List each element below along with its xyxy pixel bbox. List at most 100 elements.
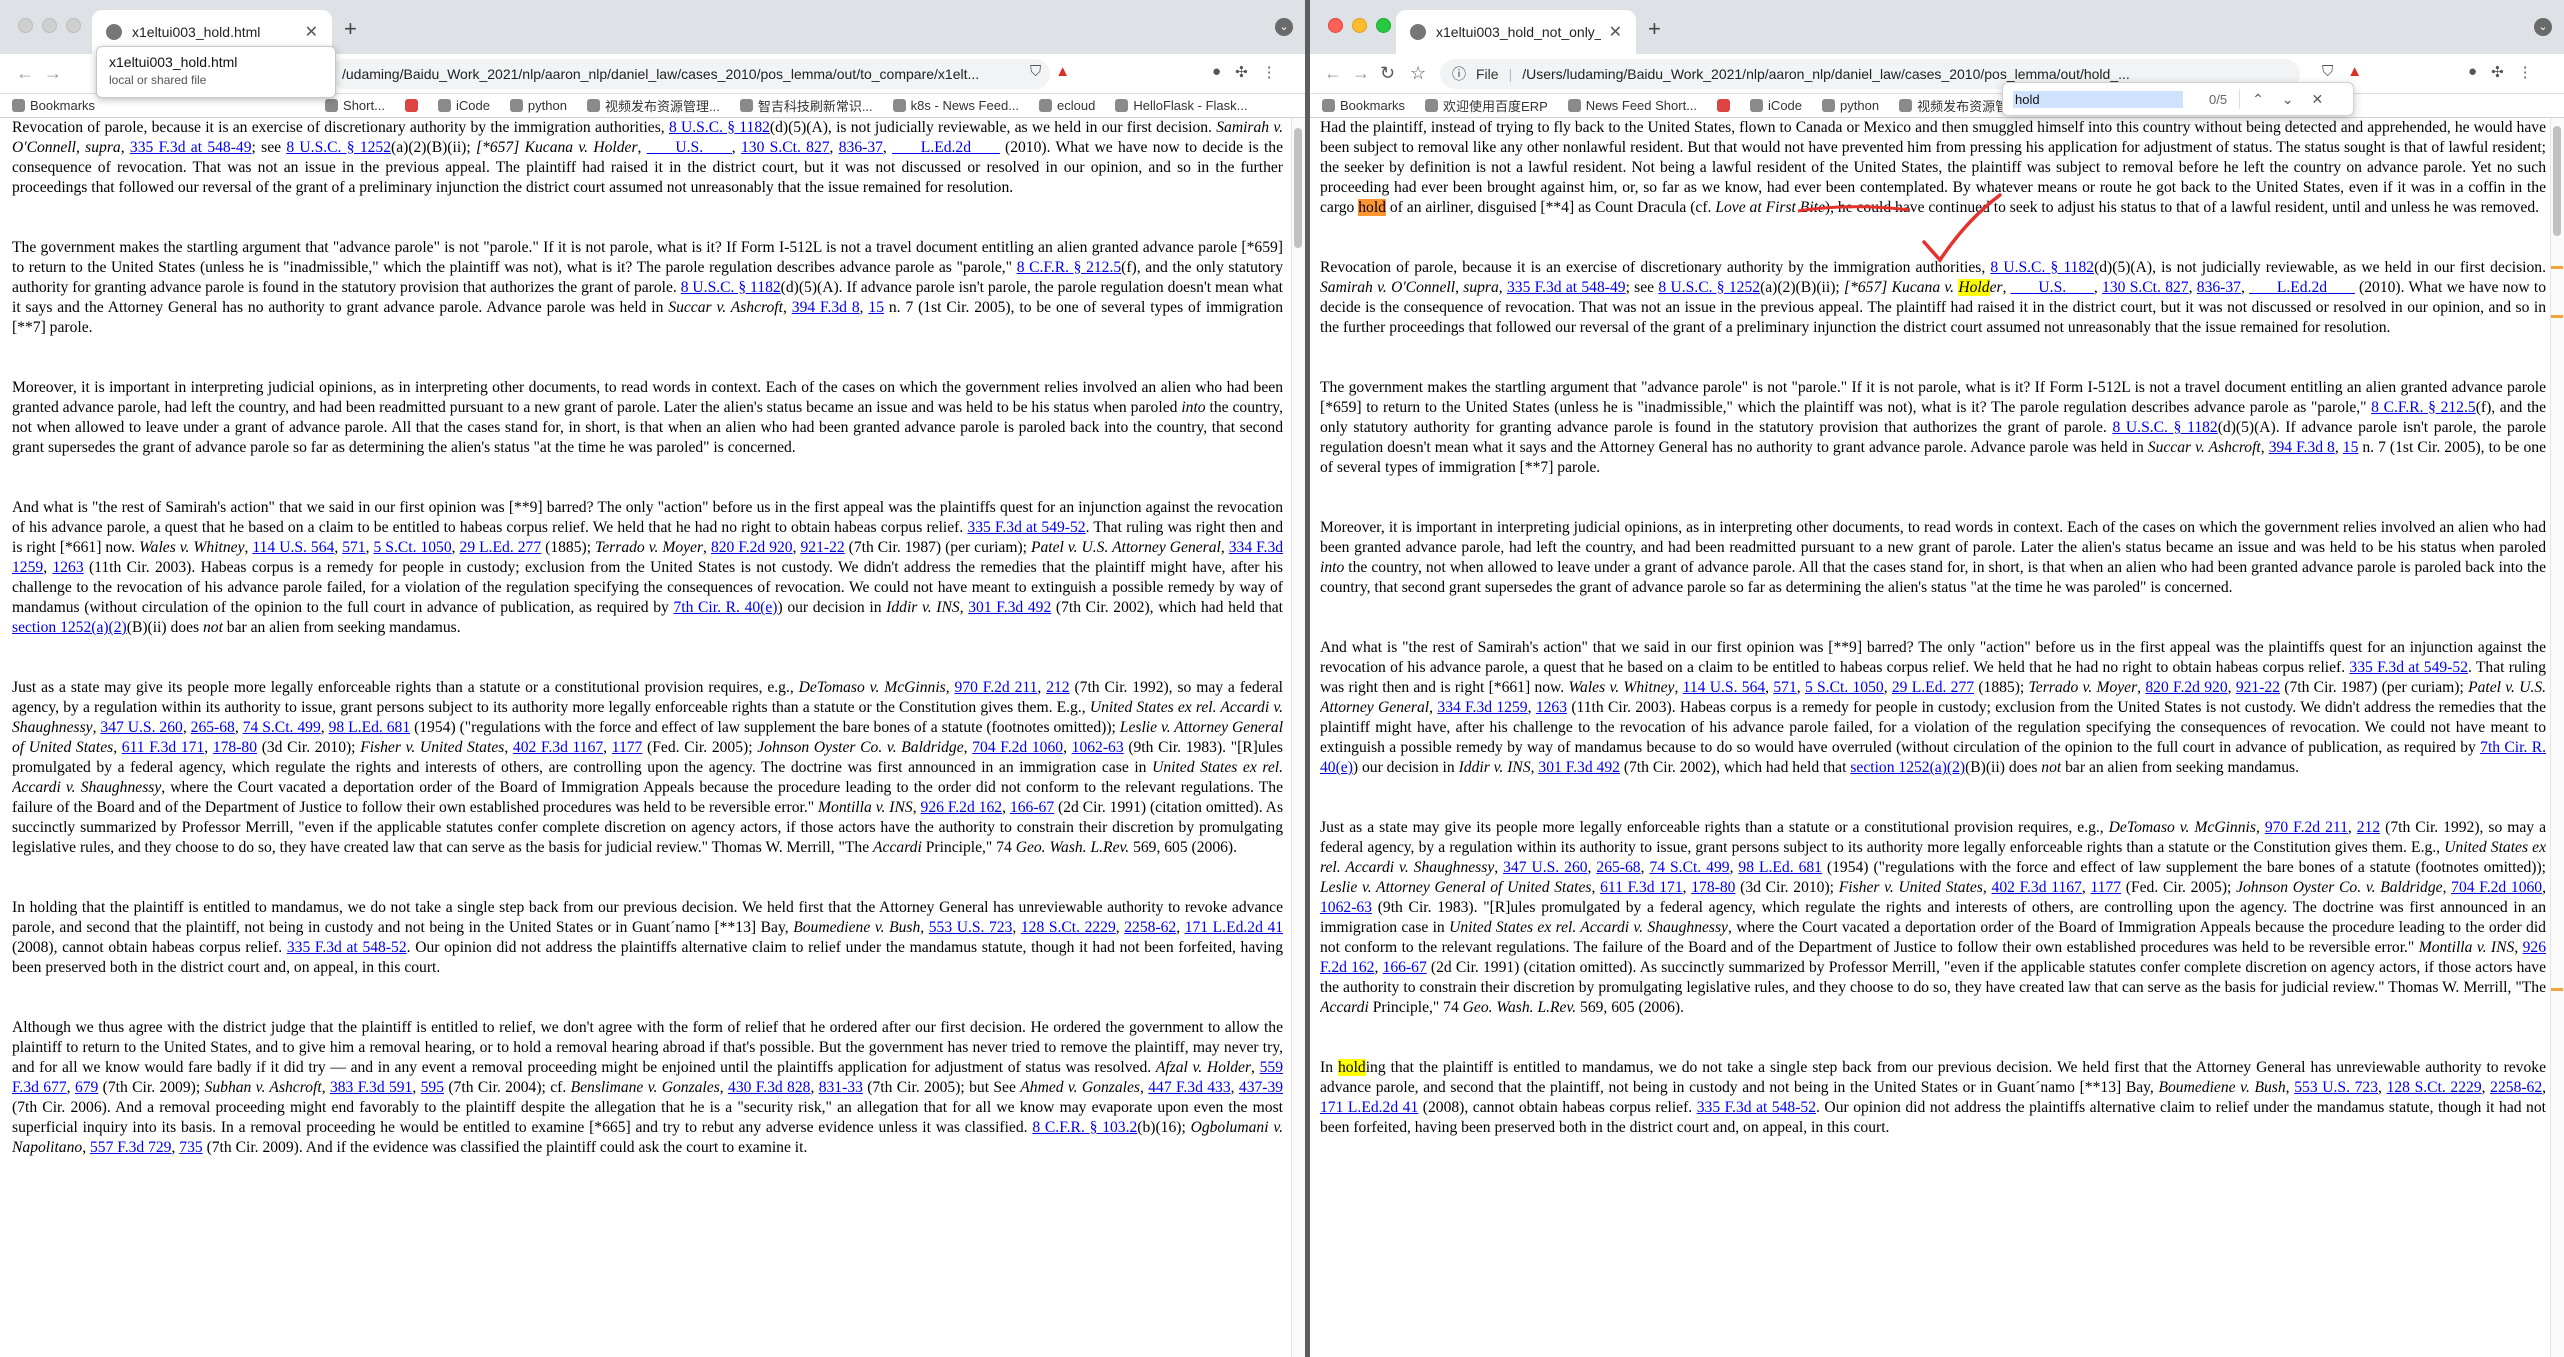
citation-link[interactable]: 595 bbox=[421, 1079, 444, 1096]
citation-link[interactable]: 571 bbox=[342, 539, 365, 556]
citation-link[interactable]: 437-39 bbox=[1239, 1079, 1283, 1096]
citation-link[interactable]: 7th Cir. R. 40(e) bbox=[673, 599, 777, 616]
citation-link[interactable]: 301 F.3d 492 bbox=[968, 599, 1051, 616]
citation-link[interactable]: 430 F.3d 828 bbox=[728, 1079, 810, 1096]
citation-link[interactable]: 212 bbox=[1046, 679, 1069, 696]
citation-link[interactable]: 171 L.Ed.2d 41 bbox=[1185, 919, 1283, 936]
bookmark-item[interactable]: Bookmarks bbox=[12, 98, 95, 113]
citation-link[interactable]: 265-68 bbox=[191, 719, 235, 736]
puzzle-icon[interactable]: ✣ bbox=[2491, 63, 2504, 81]
citation-link[interactable]: 571 bbox=[1773, 679, 1796, 696]
zoom-window-button[interactable] bbox=[66, 18, 81, 33]
citation-link[interactable]: 8 U.S.C. § 1252 bbox=[1658, 279, 1760, 296]
citation-link[interactable]: 8 U.S.C. § 1182 bbox=[2112, 419, 2217, 436]
citation-link[interactable]: 171 L.Ed.2d 41 bbox=[1320, 1099, 1418, 1116]
bookmark-item[interactable]: iCode bbox=[437, 98, 490, 113]
bookmark-item[interactable] bbox=[404, 99, 418, 112]
citation-link[interactable]: 1062-63 bbox=[1320, 899, 1372, 916]
citation-link[interactable]: 5 S.Ct. 1050 bbox=[373, 539, 451, 556]
citation-link[interactable]: 98 L.Ed. 681 bbox=[329, 719, 411, 736]
bookmark-item[interactable]: python bbox=[1822, 98, 1879, 113]
citation-link[interactable]: 8 U.S.C. § 1182 bbox=[681, 279, 781, 296]
close-window-button[interactable] bbox=[1328, 18, 1343, 33]
profile-icon[interactable]: ● bbox=[2468, 63, 2477, 81]
citation-link[interactable]: 301 F.3d 492 bbox=[1538, 759, 1620, 776]
citation-link[interactable]: 130 S.Ct. 827 bbox=[2102, 279, 2189, 296]
scroll-thumb[interactable] bbox=[1294, 128, 1302, 248]
citation-link[interactable]: ___ U.S. ___ bbox=[2011, 279, 2094, 296]
citation-link[interactable]: 74 S.Ct. 499 bbox=[1649, 859, 1729, 876]
citation-link[interactable]: 836-37 bbox=[2197, 279, 2241, 296]
profile-icon[interactable]: ● bbox=[1212, 63, 1221, 81]
bookmark-item[interactable]: HelloFlask - Flask... bbox=[1115, 98, 1247, 113]
scrollbar[interactable] bbox=[2550, 118, 2564, 1357]
citation-link[interactable]: 8 C.F.R. § 212.5 bbox=[2371, 399, 2476, 416]
back-arrow-icon[interactable]: ← bbox=[16, 63, 34, 84]
citation-link[interactable]: 335 F.3d at 548-52 bbox=[287, 939, 407, 956]
citation-link[interactable]: 178-80 bbox=[1691, 879, 1735, 896]
bookmark-item[interactable]: python bbox=[509, 98, 567, 113]
citation-link[interactable]: 166-67 bbox=[1383, 959, 1427, 976]
citation-link[interactable]: 128 S.Ct. 2229 bbox=[1021, 919, 1116, 936]
citation-link[interactable]: 970 F.2d 211 bbox=[2265, 819, 2348, 836]
bookmark-item[interactable]: ecloud bbox=[1039, 98, 1095, 113]
citation-link[interactable]: 8 U.S.C. § 1252 bbox=[286, 139, 391, 156]
info-icon[interactable]: ⓘ bbox=[1452, 64, 1466, 84]
bookmark-item[interactable]: iCode bbox=[1750, 98, 1802, 113]
citation-link[interactable]: 114 U.S. 564 bbox=[252, 539, 334, 556]
close-icon[interactable]: ✕ bbox=[1609, 22, 1622, 42]
reload-icon[interactable]: ↻ bbox=[1380, 63, 1395, 84]
puzzle-icon[interactable]: ✣ bbox=[1235, 63, 1248, 81]
citation-link[interactable]: 836-37 bbox=[839, 139, 883, 156]
citation-link[interactable]: 74 S.Ct. 499 bbox=[243, 719, 321, 736]
citation-link[interactable]: 402 F.3d 1167 bbox=[513, 739, 603, 756]
citation-link[interactable]: 970 F.2d 211 bbox=[955, 679, 1038, 696]
forward-arrow-icon[interactable]: → bbox=[44, 63, 62, 84]
citation-link[interactable]: 557 F.3d 729 bbox=[90, 1139, 172, 1156]
citation-link[interactable]: 1062-63 bbox=[1072, 739, 1124, 756]
citation-link[interactable]: 820 F.2d 920 bbox=[2145, 679, 2227, 696]
citation-link[interactable]: 212 bbox=[2357, 819, 2380, 836]
citation-link[interactable]: 735 bbox=[179, 1139, 202, 1156]
close-icon[interactable]: ✕ bbox=[305, 22, 318, 42]
citation-link[interactable]: 178-80 bbox=[213, 739, 257, 756]
citation-link[interactable]: 611 F.3d 171 bbox=[1600, 879, 1683, 896]
citation-link[interactable]: 1263 bbox=[1536, 699, 1567, 716]
citation-link[interactable]: ___ U.S. ___ bbox=[647, 139, 732, 156]
citation-link[interactable]: 335 F.3d at 548-52 bbox=[1697, 1099, 1816, 1116]
close-window-button[interactable] bbox=[18, 18, 33, 33]
citation-link[interactable]: 704 F.2d 1060 bbox=[2451, 879, 2542, 896]
citation-link[interactable]: 926 F.2d 162 bbox=[921, 799, 1003, 816]
address-bar[interactable]: /udaming/Baidu_Work_2021/nlp/aaron_nlp/d… bbox=[330, 59, 1050, 89]
citation-link[interactable]: 128 S.Ct. 2229 bbox=[2387, 1079, 2482, 1096]
citation-link[interactable]: 29 L.Ed. 277 bbox=[1892, 679, 1974, 696]
new-tab-icon[interactable]: + bbox=[1648, 16, 1661, 42]
citation-link[interactable]: 347 U.S. 260 bbox=[100, 719, 182, 736]
bookmark-item[interactable]: Bookmarks bbox=[1322, 98, 1405, 113]
citation-link[interactable]: 2258-62 bbox=[1124, 919, 1176, 936]
chevron-down-icon[interactable]: ⌄ bbox=[2282, 91, 2294, 108]
citation-link[interactable]: 402 F.3d 1167 bbox=[1992, 879, 2082, 896]
citation-link[interactable]: 394 F.3d 8 bbox=[792, 299, 860, 316]
bookmark-item[interactable] bbox=[1717, 99, 1731, 112]
chevron-up-icon[interactable]: ⌃ bbox=[2252, 91, 2264, 108]
citation-link[interactable]: ___ L.Ed.2d ___ bbox=[892, 139, 1000, 156]
citation-link[interactable]: 1177 bbox=[612, 739, 643, 756]
citation-link[interactable]: 611 F.3d 171 bbox=[122, 739, 204, 756]
citation-link[interactable]: 820 F.2d 920 bbox=[711, 539, 793, 556]
warning-icon[interactable]: ▲ bbox=[2347, 63, 2362, 80]
citation-link[interactable]: 166-67 bbox=[1010, 799, 1054, 816]
citation-link[interactable]: 334 F.3d 1259 bbox=[1437, 699, 1527, 716]
close-icon[interactable]: ✕ bbox=[2312, 91, 2324, 108]
menu-icon[interactable]: ⋮ bbox=[2518, 63, 2533, 81]
citation-link[interactable]: 335 F.3d at 548-49 bbox=[130, 139, 252, 156]
citation-link[interactable]: 15 bbox=[2343, 439, 2359, 456]
bookmark-item[interactable]: k8s - News Feed... bbox=[892, 98, 1019, 113]
citation-link[interactable]: 15 bbox=[868, 299, 884, 316]
new-tab-icon[interactable]: + bbox=[344, 16, 357, 42]
citation-link[interactable]: 704 F.2d 1060 bbox=[972, 739, 1063, 756]
scroll-thumb[interactable] bbox=[2553, 126, 2561, 236]
citation-link[interactable]: 1263 bbox=[52, 559, 83, 576]
bookmark-item[interactable]: 欢迎使用百度ERP bbox=[1425, 96, 1548, 115]
citation-link[interactable]: 383 F.3d 591 bbox=[330, 1079, 412, 1096]
